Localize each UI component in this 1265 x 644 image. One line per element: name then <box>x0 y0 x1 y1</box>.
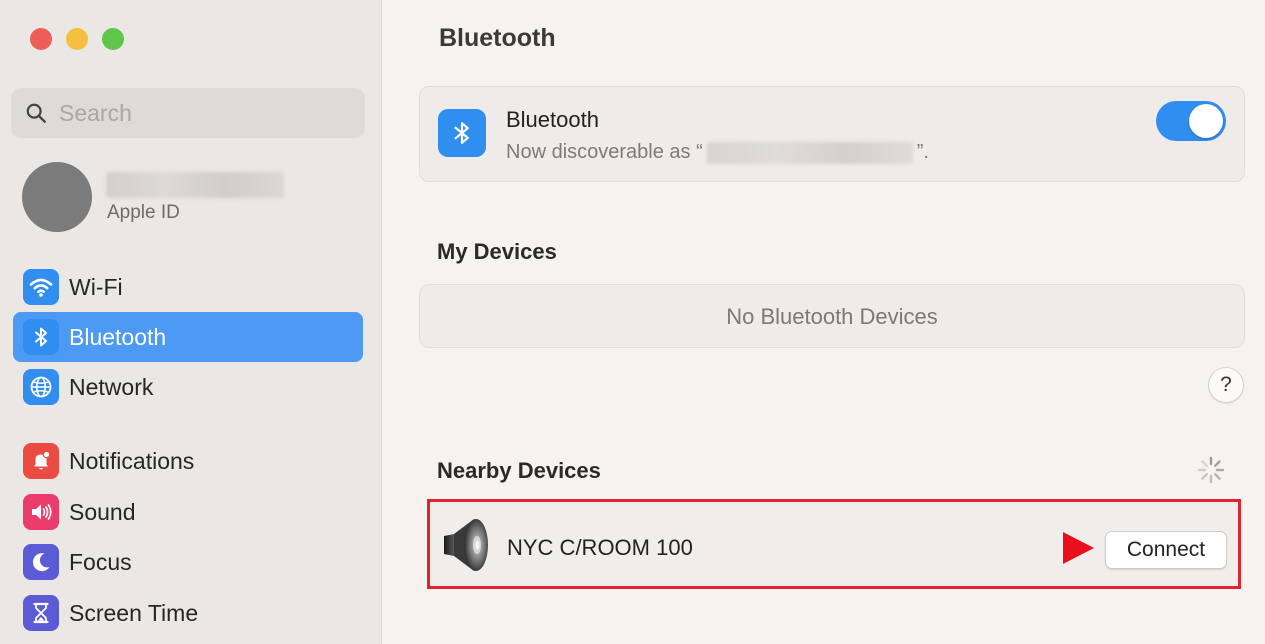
hourglass-icon <box>23 595 59 631</box>
minimize-window-button[interactable] <box>66 28 88 50</box>
sidebar-item-notifications[interactable]: Notifications <box>13 436 363 486</box>
connect-button[interactable]: Connect <box>1105 531 1227 569</box>
bluetooth-icon <box>438 109 486 157</box>
device-name-redacted <box>706 141 913 164</box>
search-field[interactable] <box>11 88 365 138</box>
sidebar-item-sound[interactable]: Sound <box>13 487 363 537</box>
device-name: NYC C/ROOM 100 <box>507 535 693 560</box>
sidebar-item-label: Focus <box>69 548 132 575</box>
sidebar-item-bluetooth[interactable]: Bluetooth <box>13 312 363 362</box>
sidebar-item-screen-time[interactable]: Screen Time <box>13 588 363 638</box>
bluetooth-status-card: Bluetooth Now discoverable as “ ”. <box>419 86 1245 182</box>
loading-spinner-icon <box>1197 456 1225 484</box>
speaker-icon <box>23 494 59 530</box>
discoverable-prefix: Now discoverable as “ <box>506 141 703 163</box>
sidebar-item-label: Screen Time <box>69 599 199 626</box>
avatar <box>22 162 92 232</box>
apple-id-item[interactable]: Apple ID <box>22 162 362 234</box>
main-pane: Bluetooth Bluetooth Now discoverable as … <box>383 0 1265 644</box>
page-title: Bluetooth <box>439 24 556 52</box>
nearby-devices-heading: Nearby Devices <box>437 458 601 483</box>
bluetooth-toggle[interactable] <box>1156 101 1226 141</box>
globe-icon <box>23 369 59 405</box>
sidebar-item-focus[interactable]: Focus <box>13 537 363 587</box>
my-devices-list: No Bluetooth Devices <box>419 284 1245 348</box>
sidebar-item-label: Notifications <box>69 447 195 474</box>
wifi-icon <box>23 269 59 305</box>
close-window-button[interactable] <box>30 28 52 50</box>
sidebar: Apple ID Wi-Fi Bluetooth <box>0 0 382 644</box>
account-name-redacted <box>106 172 284 198</box>
my-devices-heading: My Devices <box>437 239 557 264</box>
search-icon <box>26 103 46 123</box>
discoverable-suffix: ”. <box>916 141 929 163</box>
moon-icon <box>23 544 59 580</box>
apple-id-label: Apple ID <box>107 202 180 223</box>
speaker-icon <box>444 519 488 571</box>
play-arrow-icon <box>1063 532 1094 564</box>
sidebar-item-label: Network <box>69 373 154 400</box>
sidebar-item-network[interactable]: Network <box>13 362 363 412</box>
window-controls <box>30 28 124 50</box>
sidebar-item-label: Bluetooth <box>69 323 167 350</box>
sidebar-item-label: Wi-Fi <box>69 273 123 300</box>
zoom-window-button[interactable] <box>102 28 124 50</box>
bluetooth-icon <box>23 319 59 355</box>
bell-icon <box>23 443 59 479</box>
bluetooth-title: Bluetooth <box>506 107 599 132</box>
empty-state-text: No Bluetooth Devices <box>726 304 938 329</box>
sidebar-item-wifi[interactable]: Wi-Fi <box>13 262 363 312</box>
discoverable-status: Now discoverable as “ ”. <box>506 141 929 164</box>
nearby-device-row: NYC C/ROOM 100 Connect <box>427 499 1241 589</box>
sidebar-item-label: Sound <box>69 498 136 525</box>
search-input[interactable] <box>59 99 339 127</box>
help-button[interactable]: ? <box>1208 367 1244 403</box>
